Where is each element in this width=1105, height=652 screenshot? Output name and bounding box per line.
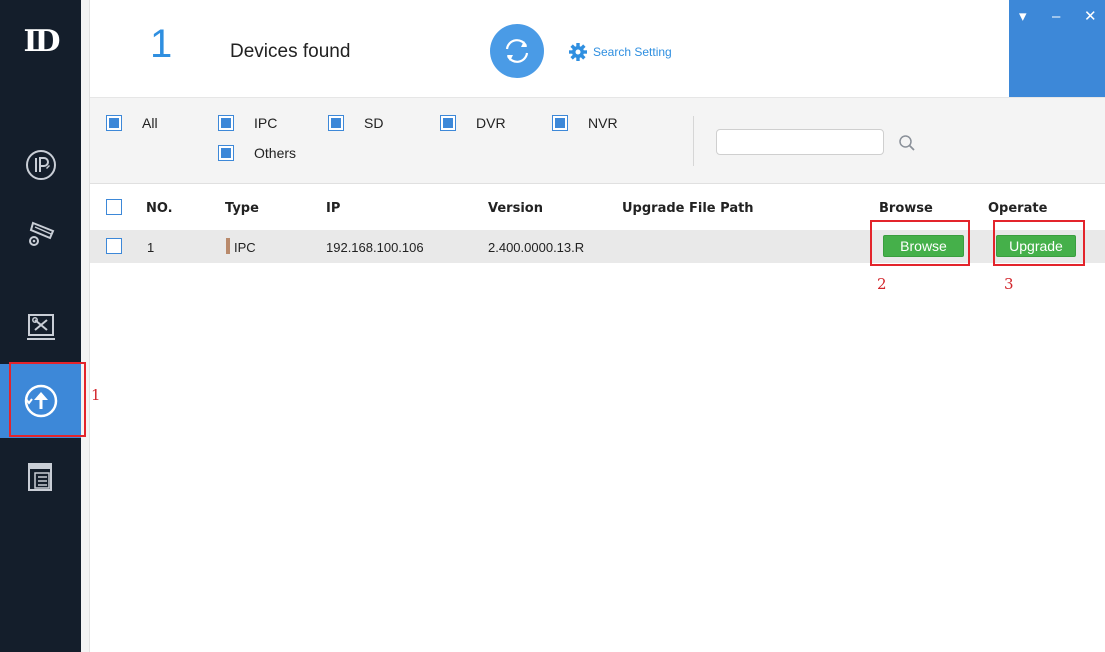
checkbox[interactable] [218, 145, 234, 161]
tools-icon [26, 314, 55, 340]
checkbox[interactable] [218, 115, 234, 131]
filter-nvr[interactable]: NVR [552, 115, 618, 131]
search-setting-label: Search Setting [593, 45, 672, 59]
document-icon [27, 463, 52, 491]
checkbox[interactable] [552, 115, 568, 131]
device-search-input[interactable] [716, 129, 884, 155]
cell-type: IPC [234, 240, 256, 255]
cell-ip: 192.168.100.106 [326, 240, 424, 255]
app-logo: ID [23, 24, 60, 59]
annotation-box-1 [9, 362, 86, 437]
column-header-ip: IP [326, 201, 341, 216]
device-filter-bar: All IPC SD DVR NVR Others [90, 97, 1105, 184]
column-header-type: Type [225, 201, 259, 216]
search-icon[interactable] [898, 134, 916, 152]
close-icon[interactable]: ✕ [1084, 9, 1097, 24]
sidebar-item-device-config[interactable] [0, 196, 81, 270]
checkbox[interactable] [106, 115, 122, 131]
filter-label: DVR [476, 115, 506, 131]
annotation-number-1: 1 [91, 386, 101, 404]
sidebar-item-system-settings[interactable] [0, 290, 81, 364]
device-count: 1 [150, 22, 173, 66]
menu-dropdown-icon[interactable]: ▾ [1019, 9, 1027, 24]
select-all-checkbox[interactable] [106, 199, 122, 215]
window-controls: ▾ – ✕ [1009, 0, 1105, 97]
sidebar: ID [0, 0, 81, 652]
annotation-number-3: 3 [1004, 275, 1014, 293]
sidebar-item-ip[interactable] [0, 128, 81, 202]
refresh-icon [505, 39, 529, 63]
filter-label: SD [364, 115, 384, 131]
column-header-no: NO. [146, 201, 173, 216]
filter-label: All [142, 115, 158, 131]
column-header-operate: Operate [988, 201, 1048, 216]
annotation-number-2: 2 [877, 275, 887, 293]
filter-dvr[interactable]: DVR [440, 115, 506, 131]
column-header-version: Version [488, 201, 543, 216]
refresh-button[interactable] [490, 24, 544, 78]
sidebar-divider [81, 0, 90, 652]
filter-ipc[interactable]: IPC [218, 115, 277, 131]
column-header-browse: Browse [879, 201, 933, 216]
devices-found-label: Devices found [230, 41, 351, 62]
filter-label: IPC [254, 115, 278, 131]
filter-all[interactable]: All [106, 115, 158, 131]
filter-divider [693, 116, 694, 166]
minimize-icon[interactable]: – [1052, 9, 1060, 24]
camera-gear-icon [28, 221, 54, 246]
filter-label: Others [254, 145, 297, 161]
filter-label: NVR [588, 115, 618, 131]
filter-sd[interactable]: SD [328, 115, 383, 131]
annotation-box-2 [870, 220, 970, 266]
gear-icon [569, 43, 587, 61]
cell-version: 2.400.0000.13.R [488, 240, 585, 255]
checkbox[interactable] [440, 115, 456, 131]
search-setting-button[interactable]: Search Setting [568, 42, 672, 62]
type-indicator [226, 238, 230, 254]
checkbox[interactable] [328, 115, 344, 131]
cell-no: 1 [147, 240, 155, 255]
column-header-upgrade-file-path: Upgrade File Path [622, 201, 754, 216]
annotation-box-3 [993, 220, 1085, 266]
sidebar-item-documents[interactable] [0, 440, 81, 514]
row-checkbox[interactable] [106, 238, 122, 254]
ip-config-icon [25, 150, 56, 180]
filter-others[interactable]: Others [218, 145, 296, 161]
